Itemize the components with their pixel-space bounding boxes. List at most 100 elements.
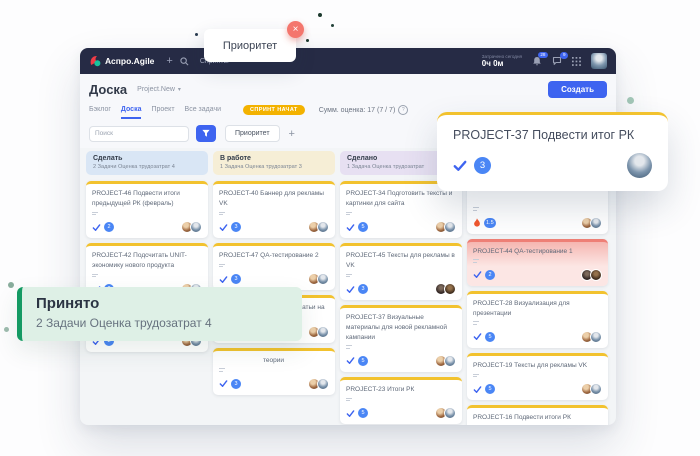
- estimate-badge: 5: [485, 384, 495, 394]
- column-header: Сделать2 Задачи Оценка трудозатрат 4: [86, 151, 208, 175]
- task-card[interactable]: PROJECT-46 Подвести итоги предыдущей РК …: [86, 181, 208, 238]
- priority-filter-chip[interactable]: Приоритет: [225, 125, 280, 142]
- filter-button[interactable]: [196, 125, 216, 142]
- quick-add-icon[interactable]: +: [166, 56, 172, 67]
- time-tracker[interactable]: Затрачено сегодня 0ч 0м: [482, 54, 522, 68]
- sprint-score-text: Сумм. оценка: 17 (7 / 7): [319, 107, 396, 114]
- task-card-footer: 3: [219, 221, 329, 233]
- avatar: [444, 221, 456, 233]
- task-card[interactable]: PROJECT-28 Визуализация для презентации 5: [467, 291, 608, 348]
- task-card[interactable]: PROJECT-47 QA-тестирование 23: [213, 243, 335, 290]
- description-icon: [219, 212, 329, 216]
- magnified-accepted-header: Принято 2 Задачи Оценка трудозатрат 4: [17, 287, 302, 341]
- avatar: [444, 355, 456, 367]
- description-icon: [346, 398, 456, 402]
- create-button[interactable]: Создать: [548, 81, 607, 98]
- task-card-footer: 1.5: [473, 217, 602, 229]
- column-header: В работе 1 Задача Оценка трудозатрат 3: [213, 151, 335, 175]
- check-icon: [219, 223, 228, 232]
- column-meta: 2 Задачи Оценка трудозатрат 4: [93, 164, 201, 170]
- task-card[interactable]: PROJECT-16 Подвести итоги РК: [467, 405, 608, 425]
- column-title: В работе: [220, 155, 328, 162]
- task-card-title: PROJECT-44 QA-тестирование 1: [473, 247, 602, 257]
- task-card[interactable]: PROJECT-45 Тексты для рекламы в VK3: [340, 243, 462, 300]
- notifications-button[interactable]: 28: [532, 56, 542, 67]
- task-card-footer: 3: [346, 283, 456, 295]
- search-input[interactable]: [89, 126, 189, 142]
- add-filter-button[interactable]: +: [289, 128, 295, 140]
- search-icon[interactable]: [180, 57, 189, 66]
- check-icon: [473, 332, 482, 341]
- avatar: [317, 221, 329, 233]
- avatars: [311, 221, 329, 233]
- avatar: [317, 273, 329, 285]
- project-selector-value: Project.New: [137, 86, 175, 93]
- tab-all-tasks[interactable]: Все задачи: [185, 106, 222, 119]
- task-card[interactable]: PROJECT-40 Баннер для рекламы VK3: [213, 181, 335, 238]
- tab-board[interactable]: Доска: [121, 106, 142, 119]
- avatar: [627, 153, 652, 178]
- decor-speck: [8, 282, 14, 288]
- avatars: [311, 378, 329, 390]
- decor-speck: [331, 24, 334, 27]
- tab-backlog[interactable]: Бэклог: [89, 106, 111, 119]
- messages-count: 9: [560, 52, 568, 59]
- description-icon: [346, 345, 456, 349]
- task-card[interactable]: теории3: [213, 348, 335, 395]
- check-icon: [219, 379, 228, 388]
- apps-grid-icon[interactable]: [572, 57, 581, 66]
- board-column: Сделано1 Задача Оценка трудозатратPROJEC…: [340, 151, 462, 425]
- task-card-footer: 2: [473, 269, 602, 281]
- project-selector[interactable]: Project.New ▾: [137, 86, 181, 93]
- page: { "tooltip": { "label": "Приоритет", "cl…: [0, 0, 700, 456]
- notifications-count: 28: [538, 52, 548, 59]
- check-icon: [346, 285, 355, 294]
- task-card-footer: 5: [346, 221, 456, 233]
- task-card[interactable]: PROJECT-37 Визуальные материалы для ново…: [340, 305, 462, 372]
- app-logo[interactable]: Аспро.Agile: [89, 55, 154, 67]
- avatar: [590, 331, 602, 343]
- description-icon: [92, 212, 202, 216]
- tab-project[interactable]: Проект: [151, 106, 174, 119]
- avatars: [438, 283, 456, 295]
- magnified-task-card[interactable]: PROJECT-37 Подвести итог РК 3: [437, 112, 668, 191]
- task-card[interactable]: PROJECT-23 Итоги РК5: [340, 377, 462, 424]
- messages-button[interactable]: 9: [552, 56, 562, 66]
- task-card-title: PROJECT-34 Подготовить тексты и картинки…: [346, 189, 456, 209]
- task-card[interactable]: PROJECT-44 QA-тестирование 1 2: [467, 239, 608, 286]
- task-card-title: PROJECT-37 Визуальные материалы для ново…: [346, 313, 456, 342]
- avatar: [317, 378, 329, 390]
- time-tracker-value: 0ч 0м: [482, 59, 522, 68]
- close-icon[interactable]: ×: [287, 21, 304, 38]
- funnel-icon: [202, 129, 210, 138]
- estimate-badge: 3: [231, 379, 241, 389]
- task-card-title: PROJECT-42 Подсчитать UNIT-экономику нов…: [92, 251, 202, 271]
- check-icon: [346, 409, 355, 418]
- estimate-badge: 5: [485, 332, 495, 342]
- page-title: Доска: [89, 82, 127, 97]
- description-icon: [473, 259, 602, 263]
- column-meta: 1 Задача Оценка трудозатрат 3: [220, 164, 328, 170]
- priority-tooltip: Приоритет ×: [204, 29, 296, 62]
- task-card-title: PROJECT-28 Визуализация для презентации: [473, 299, 602, 319]
- avatar: [444, 407, 456, 419]
- estimate-badge: 3: [231, 274, 241, 284]
- description-icon: [219, 264, 329, 268]
- estimate-badge: 5: [358, 356, 368, 366]
- check-icon: [219, 275, 228, 284]
- logo-icon: [89, 55, 101, 67]
- estimate-badge: 2: [485, 270, 495, 280]
- decor-speck: [195, 33, 198, 36]
- magnified-task-title: PROJECT-37 Подвести итог РК: [453, 128, 652, 142]
- task-card-footer: 5: [473, 331, 602, 343]
- user-avatar[interactable]: [591, 53, 607, 69]
- task-card-footer: 3: [219, 378, 329, 390]
- task-card[interactable]: PROJECT-19 Тексты для рекламы VK5: [467, 353, 608, 400]
- info-icon[interactable]: ?: [398, 105, 408, 115]
- sprint-status-badge: СПРИНТ НАЧАТ: [243, 105, 305, 115]
- task-card-title: PROJECT-16 Подвести итоги РК: [473, 413, 602, 423]
- check-icon: [346, 223, 355, 232]
- task-card-footer: 5: [346, 355, 456, 367]
- description-icon: [346, 274, 456, 278]
- description-icon: [473, 207, 602, 211]
